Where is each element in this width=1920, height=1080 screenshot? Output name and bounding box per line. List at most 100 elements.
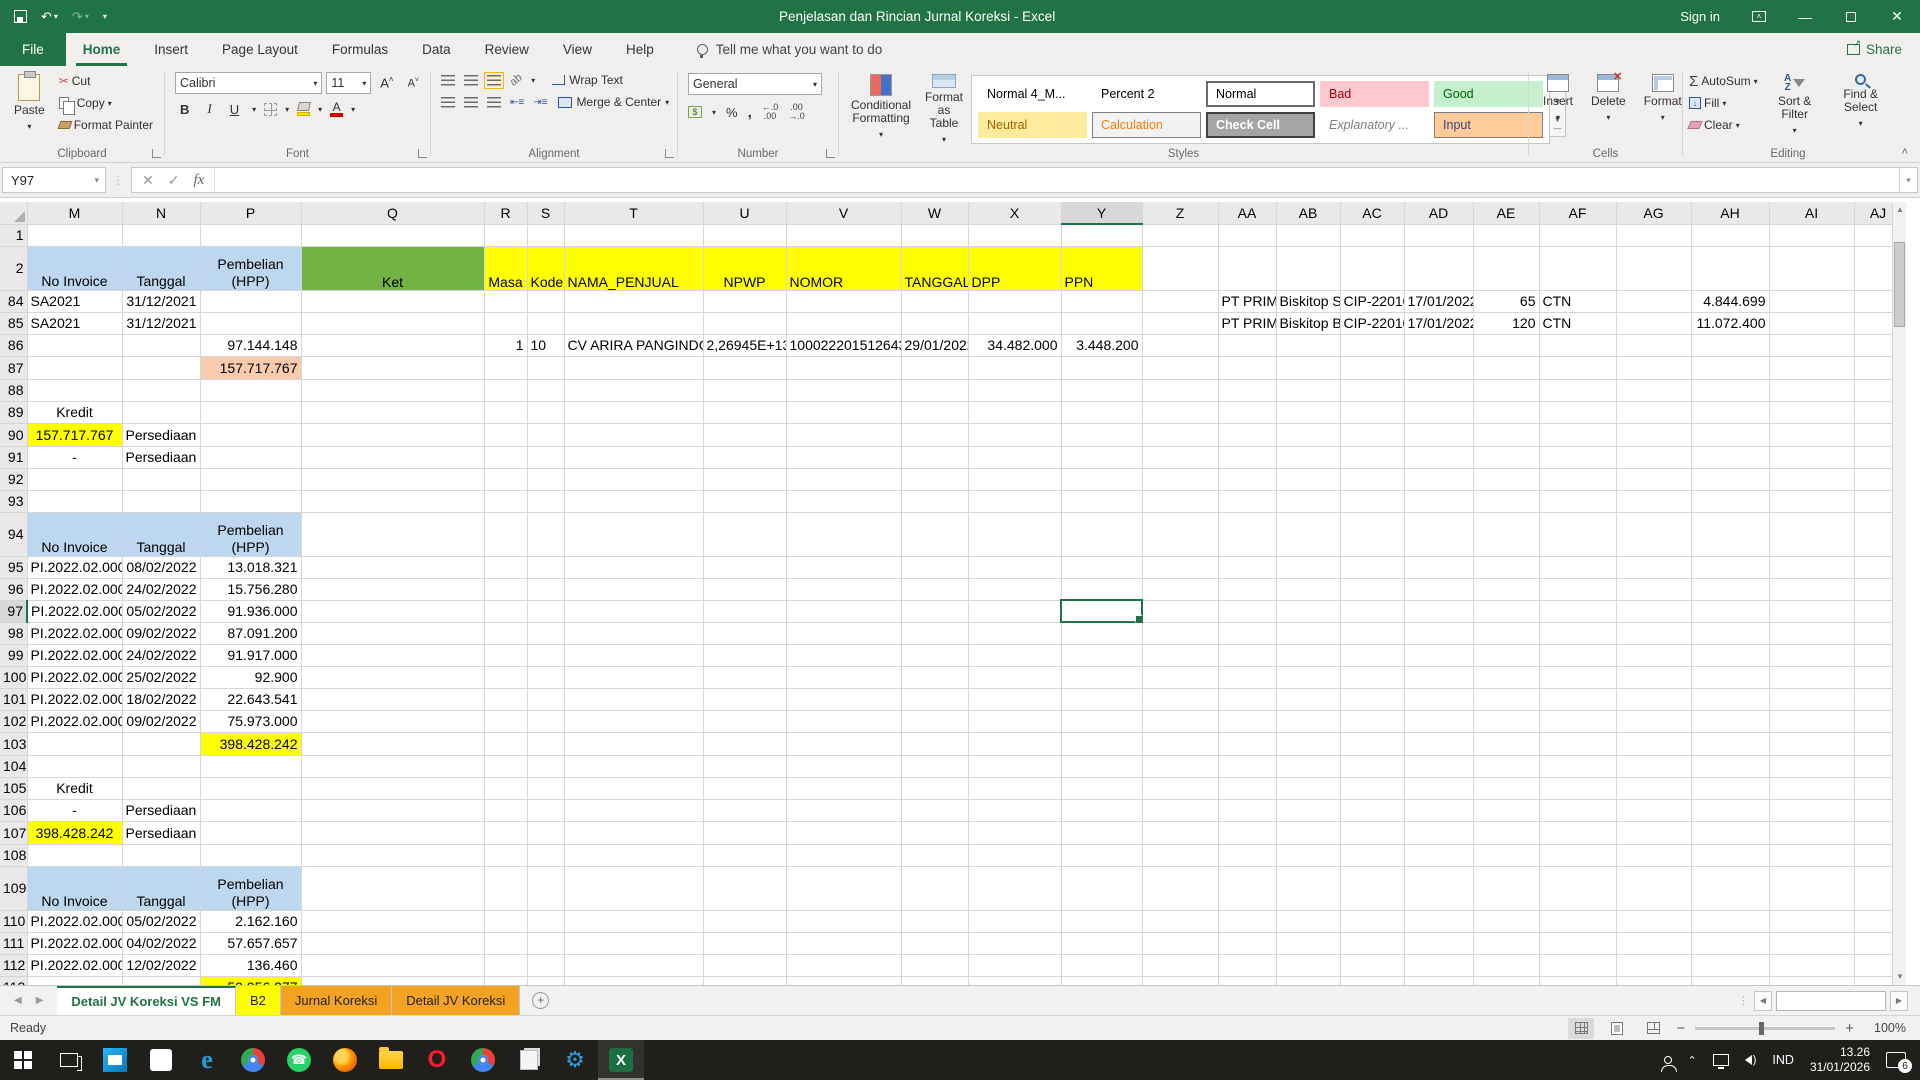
- cell-X103[interactable]: [968, 732, 1061, 755]
- sort-filter-button[interactable]: AZ Sort & Filter▾: [1766, 70, 1824, 146]
- cell-AA90[interactable]: [1218, 423, 1276, 446]
- cell-AF113[interactable]: [1539, 976, 1616, 985]
- hscroll-right-icon[interactable]: ▶: [1890, 991, 1908, 1011]
- cell-AI95[interactable]: [1769, 556, 1854, 578]
- cell-AB2[interactable]: [1276, 246, 1340, 290]
- cell-S103[interactable]: [527, 732, 564, 755]
- cell-V104[interactable]: [786, 755, 901, 777]
- column-header-Y[interactable]: Y: [1061, 202, 1142, 224]
- cell-P94[interactable]: Pembelian (HPP): [200, 512, 301, 556]
- cell-AF88[interactable]: [1539, 379, 1616, 401]
- cell-AB111[interactable]: [1276, 932, 1340, 954]
- cell-AC105[interactable]: [1340, 777, 1404, 799]
- taskbar-file-explorer-icon[interactable]: [368, 1040, 414, 1080]
- tray-chevron-up-icon[interactable]: ⌃: [1688, 1054, 1697, 1067]
- cell-AG101[interactable]: [1616, 688, 1691, 710]
- cell-P113[interactable]: 59.956.277: [200, 976, 301, 985]
- cell-T111[interactable]: [564, 932, 703, 954]
- cell-AE97[interactable]: [1473, 600, 1539, 622]
- cell-AH89[interactable]: [1691, 401, 1769, 423]
- cell-Q2[interactable]: Ket: [301, 246, 484, 290]
- cell-Q89[interactable]: [301, 401, 484, 423]
- cell-AI113[interactable]: [1769, 976, 1854, 985]
- cell-AA113[interactable]: [1218, 976, 1276, 985]
- network-icon[interactable]: [1713, 1054, 1729, 1066]
- cell-R103[interactable]: [484, 732, 527, 755]
- cell-M107[interactable]: 398.428.242: [27, 821, 122, 844]
- normal-view-button[interactable]: [1568, 1018, 1594, 1039]
- action-center-icon[interactable]: 6: [1886, 1052, 1906, 1068]
- cell-AC87[interactable]: [1340, 356, 1404, 379]
- name-box-dropdown-icon[interactable]: ▾: [94, 175, 105, 186]
- cell-AI2[interactable]: [1769, 246, 1854, 290]
- cell-X99[interactable]: [968, 644, 1061, 666]
- column-header-W[interactable]: W: [901, 202, 968, 224]
- row-header-99[interactable]: 99: [0, 644, 27, 666]
- cell-AD91[interactable]: [1404, 446, 1473, 468]
- cell-AA101[interactable]: [1218, 688, 1276, 710]
- cell-AI91[interactable]: [1769, 446, 1854, 468]
- increase-indent-icon[interactable]: ⇥≡: [533, 97, 547, 108]
- cell-Y97[interactable]: [1061, 600, 1142, 622]
- cell-Y104[interactable]: [1061, 755, 1142, 777]
- cell-N2[interactable]: Tanggal: [122, 246, 200, 290]
- cell-M100[interactable]: PI.2022.02.00046: [27, 666, 122, 688]
- cell-AH107[interactable]: [1691, 821, 1769, 844]
- cell-R85[interactable]: [484, 312, 527, 334]
- cell-AH97[interactable]: [1691, 600, 1769, 622]
- cell-AI106[interactable]: [1769, 799, 1854, 821]
- cell-AD100[interactable]: [1404, 666, 1473, 688]
- fill-color-button[interactable]: [297, 102, 310, 116]
- cell-N106[interactable]: Persediaan StokTersedia di Febuari di ju…: [122, 799, 200, 821]
- cell-Q110[interactable]: [301, 910, 484, 932]
- borders-icon[interactable]: [264, 103, 277, 116]
- cell-Y109[interactable]: [1061, 866, 1142, 910]
- cell-AH85[interactable]: 11.072.400: [1691, 312, 1769, 334]
- cell-AG1[interactable]: [1616, 224, 1691, 246]
- accounting-format-icon[interactable]: $: [688, 106, 702, 118]
- cell-AG98[interactable]: [1616, 622, 1691, 644]
- cell-AG95[interactable]: [1616, 556, 1691, 578]
- cell-AF96[interactable]: [1539, 578, 1616, 600]
- cell-X112[interactable]: [968, 954, 1061, 976]
- cell-W107[interactable]: [901, 821, 968, 844]
- cell-N97[interactable]: 05/02/2022: [122, 600, 200, 622]
- cell-AC104[interactable]: [1340, 755, 1404, 777]
- cell-M95[interactable]: PI.2022.02.00007: [27, 556, 122, 578]
- cell-Q86[interactable]: [301, 334, 484, 356]
- cell-Z100[interactable]: [1142, 666, 1218, 688]
- save-button[interactable]: [14, 10, 27, 23]
- cell-Q102[interactable]: [301, 710, 484, 732]
- column-header-Q[interactable]: Q: [301, 202, 484, 224]
- cell-U101[interactable]: [703, 688, 786, 710]
- cell-AE89[interactable]: [1473, 401, 1539, 423]
- cell-Q94[interactable]: [301, 512, 484, 556]
- cell-X96[interactable]: [968, 578, 1061, 600]
- cell-R98[interactable]: [484, 622, 527, 644]
- cell-S88[interactable]: [527, 379, 564, 401]
- taskbar-task-view-icon[interactable]: [46, 1040, 92, 1080]
- cell-AC85[interactable]: CIP-22010: [1340, 312, 1404, 334]
- cell-Y100[interactable]: [1061, 666, 1142, 688]
- row-header-109[interactable]: 109: [0, 866, 27, 910]
- cell-AB86[interactable]: [1276, 334, 1340, 356]
- cell-AI100[interactable]: [1769, 666, 1854, 688]
- row-header-93[interactable]: 93: [0, 490, 27, 512]
- cell-U1[interactable]: [703, 224, 786, 246]
- cell-R109[interactable]: [484, 866, 527, 910]
- cell-M90[interactable]: 157.717.767: [27, 423, 122, 446]
- cell-M1[interactable]: [27, 224, 122, 246]
- cell-AD101[interactable]: [1404, 688, 1473, 710]
- cell-AG89[interactable]: [1616, 401, 1691, 423]
- row-header-2[interactable]: 2: [0, 246, 27, 290]
- cell-P109[interactable]: Pembelian (HPP): [200, 866, 301, 910]
- cell-AD89[interactable]: [1404, 401, 1473, 423]
- cell-AE1[interactable]: [1473, 224, 1539, 246]
- cell-P112[interactable]: 136.460: [200, 954, 301, 976]
- find-select-button[interactable]: Find & Select▾: [1832, 70, 1890, 146]
- cell-Z95[interactable]: [1142, 556, 1218, 578]
- cell-N102[interactable]: 09/02/2022: [122, 710, 200, 732]
- cell-N112[interactable]: 12/02/2022: [122, 954, 200, 976]
- cell-AE93[interactable]: [1473, 490, 1539, 512]
- cell-AG103[interactable]: [1616, 732, 1691, 755]
